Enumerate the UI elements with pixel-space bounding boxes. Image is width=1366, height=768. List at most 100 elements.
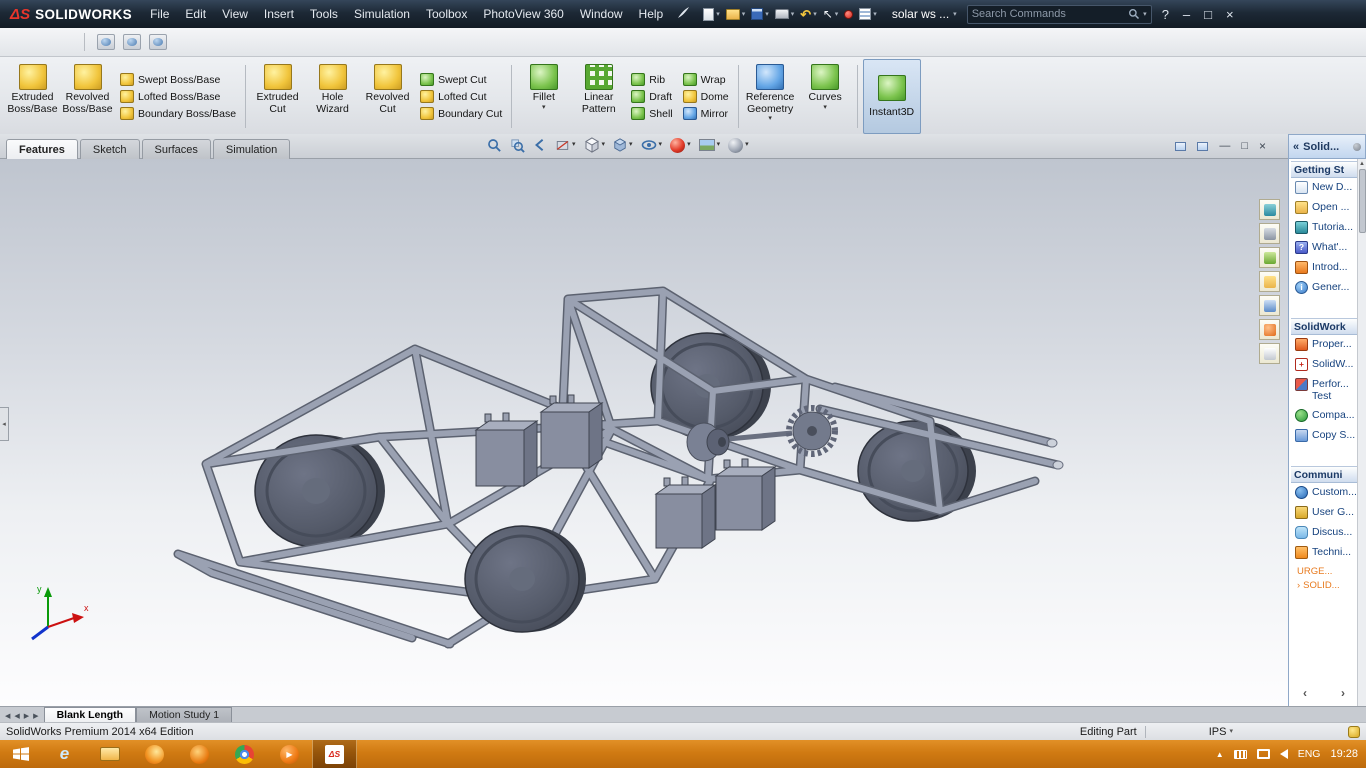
wrap-button[interactable]: Wrap <box>682 73 729 86</box>
linear-pattern-button[interactable]: Linear Pattern <box>571 60 626 133</box>
select-button[interactable]: ↖ ▾ <box>820 6 842 22</box>
new-window-icon[interactable] <box>1175 141 1187 151</box>
tab-surfaces[interactable]: Surfaces <box>141 139 211 159</box>
motion-study-tab[interactable]: Motion Study 1 <box>136 707 233 722</box>
hide-show-items-button[interactable]: ▾ <box>641 139 662 151</box>
zoom-to-area-button[interactable] <box>510 138 525 153</box>
collapse-arrow-icon[interactable]: « <box>1293 141 1299 153</box>
status-tag-icon[interactable] <box>1348 725 1360 738</box>
fillet-button[interactable]: Fillet ▾ <box>516 60 571 133</box>
link-technical-alerts[interactable]: Techni... <box>1291 543 1357 563</box>
edit-appearance-button[interactable]: ▾ <box>670 137 691 153</box>
mirror-button[interactable]: Mirror <box>682 107 729 120</box>
start-button[interactable] <box>0 740 42 768</box>
doc-minimize-button[interactable]: — <box>1219 140 1230 152</box>
clock[interactable]: 19:28 <box>1330 748 1358 760</box>
instant3d-button[interactable]: Instant3D <box>862 59 921 134</box>
design-library-tab[interactable] <box>1259 247 1280 268</box>
feature-tree-collapse-tab[interactable]: ◂ <box>0 407 9 441</box>
pager-next-button[interactable]: › <box>1341 686 1345 700</box>
rib-button[interactable]: Rib <box>631 73 672 86</box>
units-selector[interactable]: IPS ▾ <box>1209 726 1233 738</box>
save-button[interactable]: ▾ <box>748 6 772 22</box>
menu-help[interactable]: Help <box>631 3 672 25</box>
lofted-boss-base-button[interactable]: Lofted Boss/Base <box>120 90 236 103</box>
print-button[interactable]: ▾ <box>772 7 798 21</box>
doc-restore-button[interactable]: □ <box>1241 140 1248 152</box>
search-icon[interactable] <box>1128 8 1140 20</box>
battery-4[interactable] <box>714 458 777 531</box>
boundary-boss-base-button[interactable]: Boundary Boss/Base <box>120 107 236 120</box>
link-general-info[interactable]: i Gener... <box>1291 278 1357 298</box>
link-introducing[interactable]: Introd... <box>1291 258 1357 278</box>
shell-button[interactable]: Shell <box>631 107 673 120</box>
link-new-document[interactable]: New D... <box>1291 178 1357 198</box>
record-video-icon[interactable] <box>123 34 141 50</box>
task-pane-header[interactable]: « Solid... <box>1288 134 1366 159</box>
link-property-tab-builder[interactable]: Proper... <box>1291 335 1357 355</box>
section-solidworks-tools[interactable]: SolidWork <box>1291 318 1357 335</box>
section-view-button[interactable]: ▾ <box>555 138 576 152</box>
language-indicator[interactable]: ENG <box>1298 748 1321 760</box>
model-tab[interactable]: Blank Length <box>43 707 137 722</box>
menu-tools[interactable]: Tools <box>302 3 346 25</box>
menu-insert[interactable]: Insert <box>256 3 302 25</box>
custom-properties-tab[interactable] <box>1259 343 1280 364</box>
previous-view-button[interactable] <box>533 138 547 152</box>
orientation-triad[interactable]: y x <box>31 584 89 641</box>
view-orientation-button[interactable]: ▾ <box>584 137 605 153</box>
graphics-viewport[interactable]: y x ◂ <box>0 159 1288 706</box>
link-discussion-forum[interactable]: Discus... <box>1291 523 1357 543</box>
task-pane-scrollbar[interactable]: ▲ <box>1357 159 1366 706</box>
swept-boss-base-button[interactable]: Swept Boss/Base <box>120 73 236 86</box>
home-tab[interactable] <box>1259 223 1280 244</box>
first-tab-button[interactable]: ◀ <box>3 712 12 720</box>
next-tab-button[interactable]: ▶ <box>22 712 31 720</box>
link-copy-settings[interactable]: Copy S... <box>1291 426 1357 446</box>
file-properties-button[interactable]: ▾ <box>856 6 880 22</box>
menu-view[interactable]: View <box>214 3 256 25</box>
section-getting-started[interactable]: Getting St <box>1291 161 1357 178</box>
solar-car-chassis-model[interactable]: y x <box>0 159 1288 706</box>
curves-button[interactable]: Curves ▾ <box>798 60 853 133</box>
undo-button[interactable]: ↶ ▾ <box>797 6 819 23</box>
screen-capture-icon[interactable] <box>97 34 115 50</box>
image-capture-icon[interactable] <box>149 34 167 50</box>
pin-icon[interactable] <box>1353 142 1361 151</box>
open-button[interactable]: ▾ <box>723 7 749 22</box>
menu-file[interactable]: File <box>142 3 177 25</box>
alert-link-solidworks[interactable]: › SOLID... <box>1297 580 1355 591</box>
link-performance-test[interactable]: Perfor... Test <box>1291 375 1357 406</box>
link-compare[interactable]: Compa... <box>1291 406 1357 426</box>
menu-simulation[interactable]: Simulation <box>346 3 418 25</box>
menu-window[interactable]: Window <box>572 3 631 25</box>
section-community[interactable]: Communi <box>1291 466 1357 483</box>
tab-features[interactable]: Features <box>6 139 78 159</box>
revolved-cut-button[interactable]: Revolved Cut <box>360 60 415 133</box>
pager-previous-button[interactable]: ‹ <box>1303 686 1307 700</box>
new-document-button[interactable]: ▾ <box>700 6 723 23</box>
dome-button[interactable]: Dome <box>682 90 729 103</box>
tab-sketch[interactable]: Sketch <box>79 139 140 159</box>
search-input[interactable] <box>971 8 1126 20</box>
file-explorer-tab[interactable] <box>1259 271 1280 292</box>
extruded-boss-base-button[interactable]: Extruded Boss/Base <box>5 60 60 133</box>
prev-tab-button[interactable]: ◀ <box>12 712 21 720</box>
taskbar-explorer-button[interactable] <box>87 740 132 768</box>
taskbar-ie-button[interactable]: e <box>42 740 87 768</box>
display-style-button[interactable]: ▾ <box>613 138 633 152</box>
link-solidworks-rx[interactable]: + SolidW... <box>1291 355 1357 375</box>
show-hidden-icons-button[interactable]: ▲ <box>1216 750 1224 759</box>
link-whats-new[interactable]: ? What'... <box>1291 238 1357 258</box>
menu-toolbox[interactable]: Toolbox <box>418 3 475 25</box>
maximize-button[interactable]: □ <box>1204 8 1212 21</box>
draft-button[interactable]: Draft <box>631 90 672 103</box>
tile-window-icon[interactable] <box>1197 141 1209 151</box>
battery-2[interactable] <box>539 394 604 469</box>
taskbar-media-player-button[interactable]: ▶ <box>267 740 312 768</box>
touch-keyboard-icon[interactable] <box>1233 749 1247 759</box>
menu-edit[interactable]: Edit <box>177 3 214 25</box>
taskbar-solidworks-button[interactable]: ΔS <box>312 740 357 768</box>
taskbar-browser-button[interactable] <box>177 740 222 768</box>
battery-3[interactable] <box>654 476 717 549</box>
